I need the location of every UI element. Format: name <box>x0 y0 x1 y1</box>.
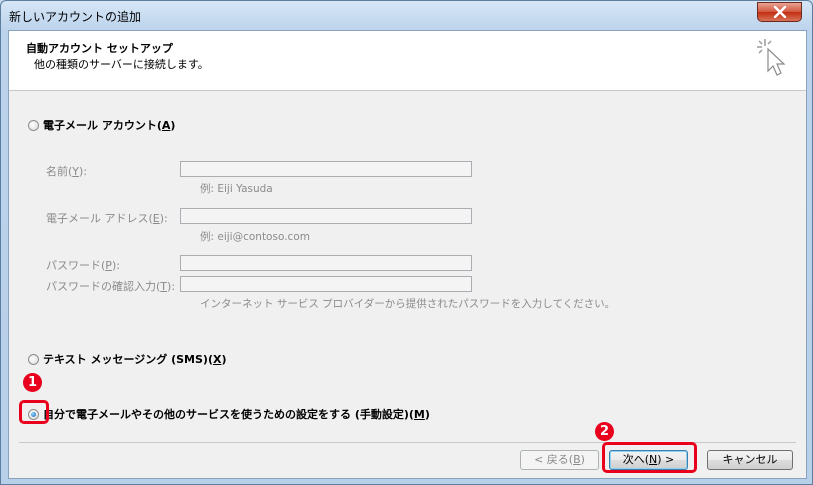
email-label: 電子メール アドレス(E): <box>46 212 168 225</box>
radio-text-messaging[interactable] <box>28 353 39 365</box>
email-hint: 例: eiji@contoso.com <box>200 231 310 243</box>
header-subtitle: 他の種類のサーバーに接続します。 <box>34 58 209 71</box>
option-email-account-label: 電子メール アカウント(A) <box>43 119 176 132</box>
password-confirm-label: パスワードの確認入力(T): <box>46 280 176 293</box>
annotation-highlight-next <box>602 442 697 473</box>
password-label: パスワード(P): <box>46 259 120 272</box>
radio-email-account[interactable] <box>28 119 39 131</box>
annotation-badge-1: 1 <box>23 373 42 392</box>
name-label: 名前(Y): <box>46 165 88 178</box>
wizard-header: 自動アカウント セットアップ 他の種類のサーバーに接続します。 <box>9 31 806 91</box>
header-title: 自動アカウント セットアップ <box>26 42 173 55</box>
option-manual-setup[interactable]: 自分で電子メールやその他のサービスを使うための設定をする (手動設定)(M) <box>28 406 430 422</box>
window-title: 新しいアカウントの追加 <box>9 10 142 24</box>
password-input[interactable] <box>180 255 472 271</box>
dialog-client-area: 自動アカウント セットアップ 他の種類のサーバーに接続します。 電子メール アカ… <box>8 30 807 479</box>
annotation-highlight-radio <box>19 400 49 424</box>
title-bar[interactable]: 新しいアカウントの追加 <box>1 1 812 30</box>
option-text-messaging[interactable]: テキスト メッセージング (SMS)(X) <box>28 351 227 367</box>
password-hint: インターネット サービス プロバイダーから提供されたパスワードを入力してください… <box>200 298 616 310</box>
email-input[interactable] <box>180 208 472 224</box>
name-hint: 例: Eiji Yasuda <box>200 183 273 195</box>
cancel-button[interactable]: キャンセル <box>707 450 793 470</box>
back-button[interactable]: < 戻る(B) <box>520 450 599 470</box>
password-confirm-input[interactable] <box>180 276 472 292</box>
magic-cursor-icon <box>757 39 786 76</box>
dialog-window: 新しいアカウントの追加 自動アカウント セットアップ 他の種類のサーバーに接続し… <box>0 0 813 485</box>
close-button[interactable] <box>757 2 802 22</box>
name-input[interactable] <box>180 161 472 177</box>
annotation-badge-2: 2 <box>595 422 614 441</box>
option-text-messaging-label: テキスト メッセージング (SMS)(X) <box>43 353 227 366</box>
option-email-account[interactable]: 電子メール アカウント(A) <box>28 117 175 133</box>
option-manual-setup-label: 自分で電子メールやその他のサービスを使うための設定をする (手動設定)(M) <box>43 408 430 421</box>
close-icon <box>773 6 787 18</box>
